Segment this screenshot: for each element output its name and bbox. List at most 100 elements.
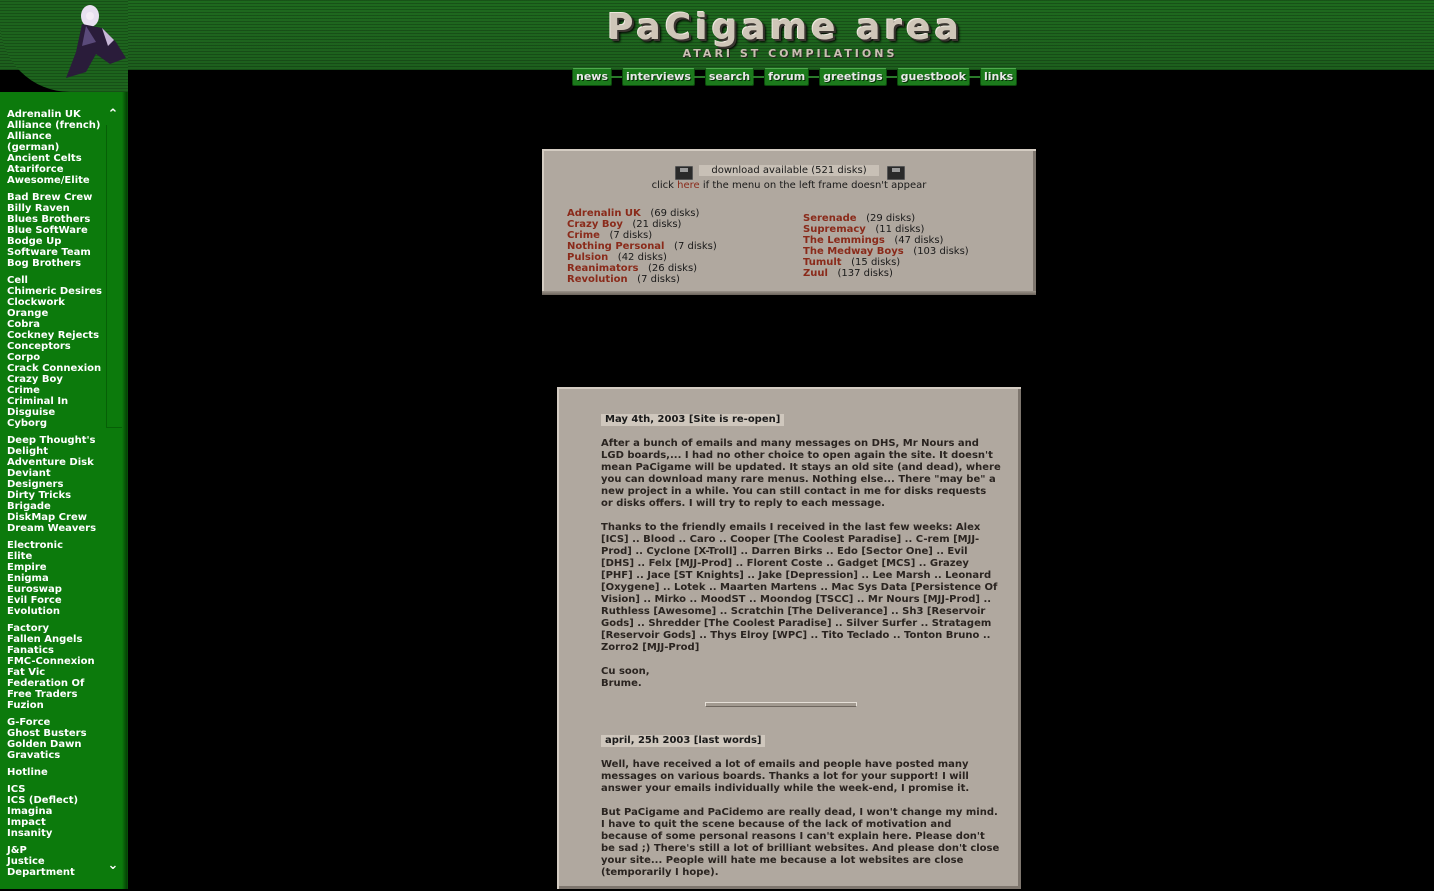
sidebar-item[interactable]: Cockney Rejects (7, 330, 107, 341)
sidebar-item[interactable]: Golden Dawn (7, 739, 107, 750)
site-subtitle: ATARI ST COMPILATIONS (682, 47, 898, 60)
nav-interviews[interactable]: interviews (622, 68, 695, 86)
sidebar-item[interactable]: Cobra (7, 319, 107, 330)
sidebar-item[interactable]: Fallen Angels (7, 634, 107, 645)
sidebar-item[interactable]: Fat Vic (7, 667, 107, 678)
sidebar-item[interactable]: Brigade (7, 501, 107, 512)
scrollbar-track[interactable] (106, 125, 122, 428)
download-group-link[interactable]: The Lemmings (803, 235, 885, 246)
menu-here-link[interactable]: here (677, 180, 700, 191)
sidebar-item[interactable]: Impact (7, 817, 107, 828)
download-group-link[interactable]: Adrenalin UK (567, 208, 641, 219)
sidebar-item[interactable]: Alliance (french) (7, 120, 107, 131)
sidebar-item[interactable]: Software Team (7, 247, 107, 258)
sidebar-item[interactable]: Clockwork (7, 297, 107, 308)
sidebar-item[interactable]: Crack Connexion (7, 363, 107, 374)
sidebar-item[interactable]: Fuzion (7, 700, 107, 711)
sidebar-item[interactable]: Bog Brothers (7, 258, 107, 269)
sidebar-item[interactable]: Electronic (7, 540, 107, 551)
sidebar-item[interactable]: Cell (7, 275, 107, 286)
sidebar-item[interactable]: Cyborg (7, 418, 107, 429)
sidebar-item[interactable]: Department (7, 867, 107, 878)
sidebar-item[interactable]: Crazy Boy (7, 374, 107, 385)
sidebar-item[interactable]: Ghost Busters (7, 728, 107, 739)
sidebar-item[interactable]: Ancient Celts (7, 153, 107, 164)
sidebar-item[interactable]: Dirty Tricks (7, 490, 107, 501)
nav-guestbook[interactable]: guestbook (896, 68, 970, 86)
sidebar-item[interactable]: Deviant (7, 468, 107, 479)
news-content: May 4th, 2003 [Site is re-open] After a … (601, 414, 1001, 891)
download-title[interactable]: download available (521 disks) (699, 165, 879, 176)
sidebar-item[interactable]: Awesome/Elite (7, 175, 107, 186)
sidebar-item[interactable]: ICS (Deflect) (7, 795, 107, 806)
sidebar-item[interactable]: Evolution (7, 606, 107, 617)
sidebar-item[interactable]: Designers (7, 479, 107, 490)
sidebar-item[interactable]: Enigma (7, 573, 107, 584)
download-group-link[interactable]: Supremacy (803, 224, 866, 235)
sidebar-item[interactable]: (german) (7, 142, 107, 153)
sidebar-item[interactable]: Atariforce (7, 164, 107, 175)
sidebar-item[interactable]: Factory (7, 623, 107, 634)
sidebar-item[interactable]: Blue SoftWare (7, 225, 107, 236)
sidebar-item[interactable]: Alliance (7, 131, 107, 142)
scroll-down-icon[interactable]: ⌄ (106, 859, 120, 872)
sidebar-item[interactable]: DiskMap Crew (7, 512, 107, 523)
nav-links[interactable]: links (979, 68, 1018, 86)
sidebar-item[interactable]: Delight (7, 446, 107, 457)
nav-news[interactable]: news (572, 68, 613, 86)
sidebar-item[interactable]: Evil Force (7, 595, 107, 606)
sidebar-item[interactable]: Federation Of (7, 678, 107, 689)
sidebar-item[interactable]: Bad Brew Crew (7, 192, 107, 203)
download-group-link[interactable]: Reanimators (567, 263, 638, 274)
download-group-link[interactable]: Nothing Personal (567, 241, 665, 252)
nav-greetings[interactable]: greetings (819, 68, 887, 86)
sidebar-item[interactable]: Justice (7, 856, 107, 867)
menu-hint: click here if the menu on the left frame… (542, 180, 1036, 191)
groups-sidebar[interactable]: Adrenalin UK Alliance (french) Alliance (ge… (0, 92, 128, 889)
sidebar-item[interactable]: Blues Brothers (7, 214, 107, 225)
nav-forum[interactable]: forum (764, 68, 810, 86)
sidebar-item[interactable]: Billy Raven (7, 203, 107, 214)
sidebar-item[interactable]: Elite (7, 551, 107, 562)
sidebar-item[interactable]: Deep Thought's (7, 435, 107, 446)
scroll-up-icon[interactable]: ⌃ (106, 108, 120, 121)
download-group-link[interactable]: Serenade (803, 213, 857, 224)
download-group-link[interactable]: Tumult (803, 257, 842, 268)
sidebar-item[interactable]: Corpo (7, 352, 107, 363)
sidebar-item[interactable]: Conceptors (7, 341, 107, 352)
download-group-row: Pulsion (42 disks) (567, 252, 717, 263)
sidebar-item[interactable]: Disguise (7, 407, 107, 418)
sidebar-item[interactable]: Crime (7, 385, 107, 396)
sidebar-item[interactable]: Adventure Disk (7, 457, 107, 468)
sidebar-item[interactable]: Free Traders (7, 689, 107, 700)
sidebar-item[interactable]: Adrenalin UK (7, 109, 107, 120)
download-group-link[interactable]: Zuul (803, 268, 828, 279)
download-group-link[interactable]: Crazy Boy (567, 219, 623, 230)
download-group-link[interactable]: The Medway Boys (803, 246, 904, 257)
sidebar-item[interactable]: Hotline (7, 767, 107, 778)
sidebar-item[interactable]: Gravatics (7, 750, 107, 761)
sidebar-item[interactable]: ICS (7, 784, 107, 795)
news-divider (705, 702, 857, 707)
download-group-link[interactable]: Pulsion (567, 252, 608, 263)
sidebar-item[interactable]: FMC-Connexion (7, 656, 107, 667)
sidebar-item[interactable]: J&P (7, 845, 107, 856)
download-group-row: Nothing Personal (7 disks) (567, 241, 717, 252)
download-disk-count: (15 disks) (851, 257, 901, 268)
download-group-link[interactable]: Crime (567, 230, 600, 241)
sidebar-item[interactable]: Empire (7, 562, 107, 573)
sidebar-item[interactable]: Criminal In (7, 396, 107, 407)
download-group-link[interactable]: Revolution (567, 274, 628, 285)
sidebar-group: Electronic Elite Empire Enigma Euroswap Evil … (7, 540, 107, 617)
sidebar-item[interactable]: Orange (7, 308, 107, 319)
nav-search[interactable]: search (704, 68, 755, 86)
sidebar-item[interactable]: G-Force (7, 717, 107, 728)
sidebar-item[interactable]: Imagina (7, 806, 107, 817)
sidebar-item[interactable]: Bodge Up (7, 236, 107, 247)
sidebar-item[interactable]: Insanity (7, 828, 107, 839)
menu-hint-suffix: if the menu on the left frame doesn't ap… (699, 180, 927, 191)
sidebar-item[interactable]: Fanatics (7, 645, 107, 656)
sidebar-item[interactable]: Dream Weavers (7, 523, 107, 534)
sidebar-item[interactable]: Chimeric Desires (7, 286, 107, 297)
sidebar-item[interactable]: Euroswap (7, 584, 107, 595)
